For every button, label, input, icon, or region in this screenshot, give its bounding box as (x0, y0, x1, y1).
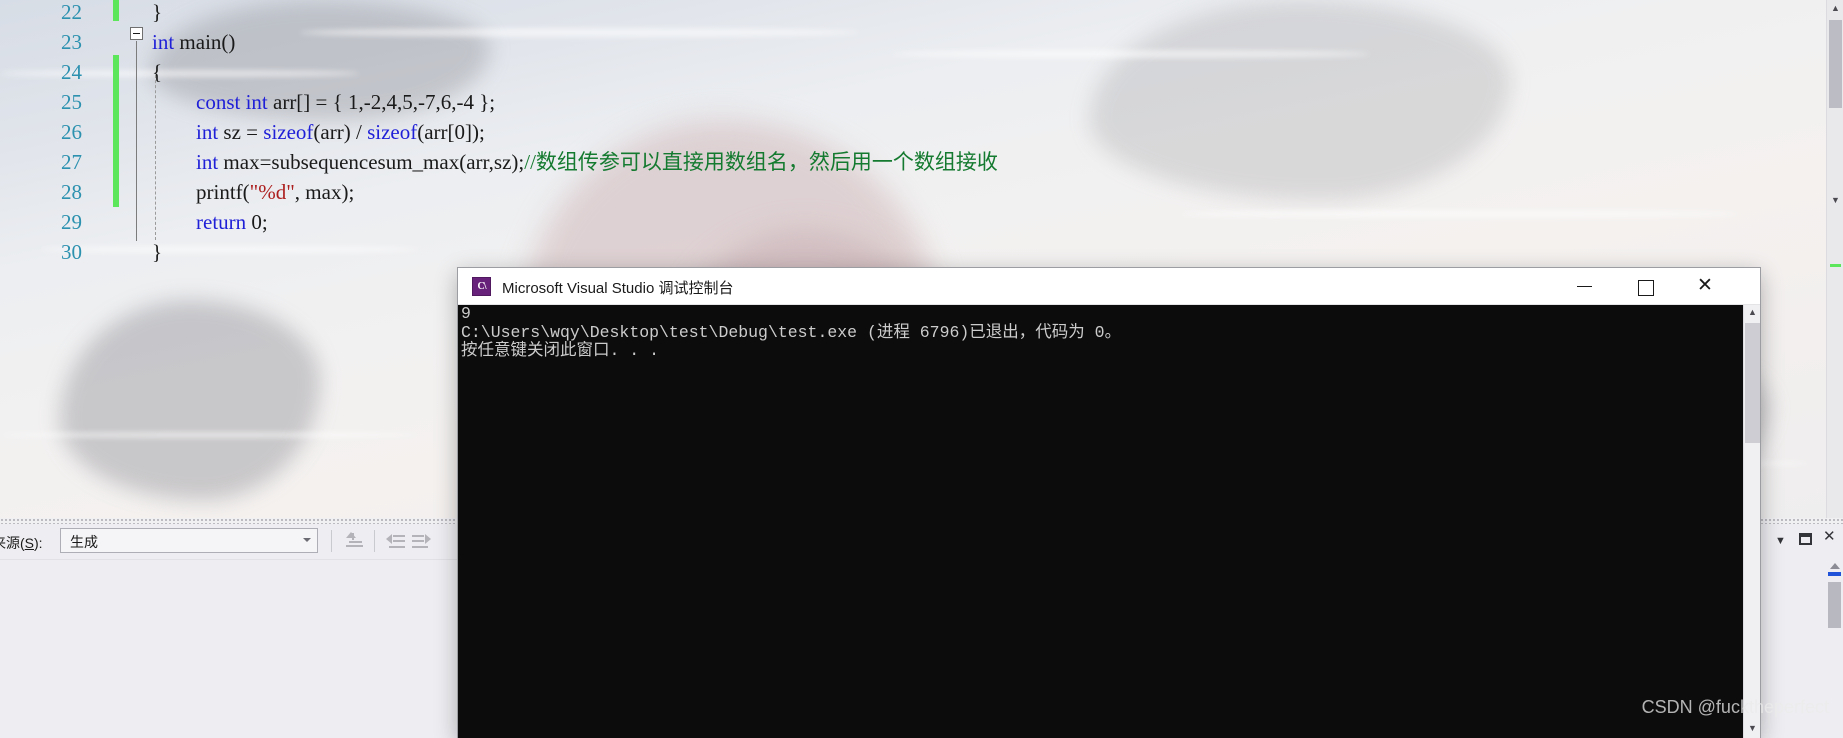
console-title-bar[interactable]: C\ Microsoft Visual Studio 调试控制台 ✕ (458, 268, 1760, 305)
editor-scrollbar-thumb[interactable] (1829, 20, 1842, 108)
background-decor-streak-3 (890, 50, 1370, 58)
code-token-kw: int (196, 150, 219, 174)
code-token-pl: , max); (294, 180, 355, 204)
console-scroll-up-arrow-icon[interactable]: ▲ (1744, 305, 1761, 322)
code-token-kw: return (196, 210, 247, 234)
visual-studio-screen: 22 23 24 25 26 27 28 29 30 } int main(){const int… (0, 0, 1843, 738)
code-line[interactable]: { (0, 57, 162, 87)
source-label-prefix: 来源( (0, 535, 25, 551)
code-token-pl: main() (174, 30, 236, 54)
source-label: 来源(S): (0, 533, 43, 553)
code-line[interactable]: } (0, 0, 162, 27)
minimize-button[interactable] (1560, 268, 1610, 304)
debug-console-window[interactable]: C\ Microsoft Visual Studio 调试控制台 ✕ 9 C:\U… (458, 268, 1760, 738)
source-label-accelerator: S (24, 535, 35, 551)
console-output-line: C:\Users\wqy\Desktop\test\Debug\test.exe… (461, 322, 1122, 342)
code-token-pl: } (152, 240, 163, 264)
code-line[interactable]: printf("%d", max); (0, 177, 354, 207)
code-token-fn: sizeof (263, 120, 314, 144)
code-token-pl: max=subsequencesum_max(arr,sz); (218, 150, 525, 174)
code-token-pl: printf( (196, 180, 250, 204)
collapse-outline-icon[interactable] (130, 27, 143, 40)
console-scrollbar-thumb[interactable] (1745, 323, 1760, 443)
code-token-pl: arr[] = { 1,-2,4,5,-7,6,-4 }; (267, 90, 496, 114)
console-scroll-down-arrow-icon[interactable]: ▼ (1744, 721, 1761, 738)
console-output-area[interactable]: 9 C:\Users\wqy\Desktop\test\Debug\test.ex… (458, 305, 1760, 738)
code-line[interactable]: return 0; (0, 207, 268, 237)
background-decor-streak-1 (300, 28, 860, 37)
code-line[interactable]: } (0, 237, 162, 267)
editor-change-marker (1830, 264, 1841, 267)
console-output-line: 按任意键关闭此窗口. . . (461, 341, 660, 361)
panel-menu-chevron-icon[interactable]: ▼ (1775, 534, 1786, 548)
maximize-button[interactable] (1620, 268, 1670, 304)
console-output-line: 9 (461, 305, 471, 323)
code-line[interactable]: int sz = sizeof(arr) / sizeof(arr[0]); (0, 117, 485, 147)
code-line[interactable]: int max=subsequencesum_max(arr,sz);//数组传… (0, 147, 998, 177)
background-decor-streak-5 (1180, 210, 1740, 218)
panel-close-icon[interactable]: ✕ (1823, 529, 1836, 544)
background-decor-shadow-3 (1090, 0, 1510, 200)
toolbar-separator-2 (374, 530, 375, 552)
panel-dock-window-icon[interactable] (1799, 533, 1812, 548)
source-dropdown-value: 生成 (70, 534, 98, 550)
code-token-kw: int (152, 30, 175, 54)
output-scrollbar-thumb[interactable] (1828, 582, 1841, 628)
chevron-down-icon[interactable] (303, 538, 311, 542)
code-token-pl: (arr[0]); (417, 120, 485, 144)
code-token-kw: const int (196, 90, 268, 114)
console-window-title: Microsoft Visual Studio 调试控制台 (502, 280, 734, 297)
scroll-down-arrow-icon[interactable]: ▼ (1827, 192, 1843, 209)
toolbar-separator-1 (331, 530, 332, 552)
csdn-watermark: CSDN @fucktheperfect (1641, 697, 1829, 717)
output-scroll-up-arrow-icon[interactable] (1830, 563, 1840, 569)
editor-vertical-scrollbar[interactable]: ▲ ▼ (1826, 0, 1843, 518)
code-token-kw: int (196, 120, 219, 144)
clear-output-icon[interactable] (343, 530, 366, 552)
visual-studio-icon-glyph: C\ (477, 281, 487, 292)
code-token-pl: 0; (246, 210, 268, 234)
code-token-fn: sizeof (367, 120, 418, 144)
code-token-pl: { (152, 60, 163, 84)
visual-studio-icon: C\ (472, 277, 491, 296)
scroll-up-arrow-icon[interactable]: ▲ (1827, 0, 1843, 17)
code-token-cmt: //数组传参可以直接用数组名，然后用一个数组接收 (524, 150, 998, 174)
source-dropdown[interactable]: 生成 (60, 528, 318, 553)
close-button[interactable]: ✕ (1680, 268, 1730, 304)
code-token-pl: } (152, 0, 163, 24)
code-token-pl: (arr) / (313, 120, 368, 144)
console-vertical-scrollbar[interactable]: ▲ ▼ (1743, 305, 1760, 738)
source-label-suffix: ): (34, 535, 43, 551)
code-line[interactable]: int main() (0, 27, 235, 57)
output-scroll-position-marker (1828, 572, 1841, 576)
go-to-previous-message-icon[interactable] (385, 530, 408, 552)
code-token-str: "%d" (249, 180, 295, 204)
code-token-pl: sz = (218, 120, 264, 144)
go-to-next-message-icon[interactable] (409, 530, 432, 552)
close-icon: ✕ (1697, 275, 1713, 296)
code-line[interactable]: const int arr[] = { 1,-2,4,5,-7,6,-4 }; (0, 87, 495, 117)
